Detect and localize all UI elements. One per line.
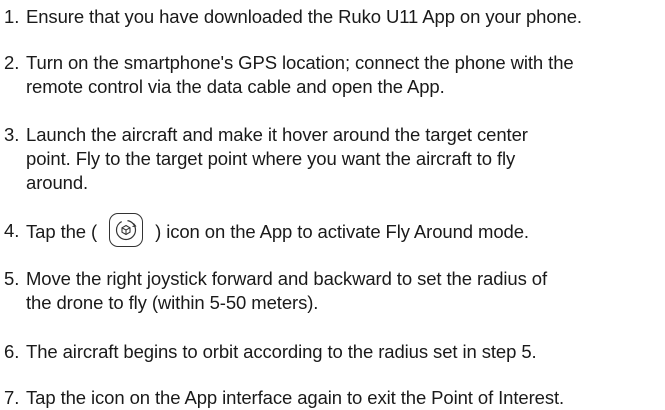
step-text-before-icon: Tap the ( (26, 220, 98, 242)
step-number: 4. (4, 220, 20, 241)
step-3: 3. Launch the aircraft and make it hover… (4, 123, 664, 195)
step-line: around. (26, 172, 89, 193)
step-2: 2. Turn on the smartphone's GPS location… (4, 51, 664, 99)
instruction-list: 1. Ensure that you have downloaded the R… (0, 0, 665, 409)
step-text: Turn on the smartphone's GPS location; c… (26, 51, 664, 99)
fly-around-icon (109, 213, 144, 247)
step-line: Turn on the smartphone's GPS location; c… (26, 52, 574, 73)
step-number: 2. (4, 52, 20, 73)
step-line: Tap the icon on the App interface again … (26, 387, 565, 408)
step-6: 6. The aircraft begins to orbit accordin… (4, 340, 664, 364)
step-line: Move the right joystick forward and back… (26, 268, 548, 289)
step-1: 1. Ensure that you have downloaded the R… (4, 5, 664, 29)
step-number: 1. (4, 6, 20, 27)
step-text-after-icon: ) icon on the App to activate Fly Around… (155, 220, 529, 242)
step-line: point. Fly to the target point where you… (26, 148, 516, 169)
step-4: 4. Tap the ( ) icon on the App to activa… (4, 213, 664, 247)
step-line: Ensure that you have downloaded the Ruko… (26, 6, 582, 27)
step-text: Tap the icon on the App interface again … (26, 386, 664, 410)
step-line: the drone to fly (within 5-50 meters). (26, 292, 319, 313)
step-line: remote control via the data cable and op… (26, 76, 445, 97)
step-5: 5. Move the right joystick forward and b… (4, 267, 664, 315)
step-number: 6. (4, 341, 20, 362)
step-text: Ensure that you have downloaded the Ruko… (26, 5, 664, 29)
step-text: Launch the aircraft and make it hover ar… (26, 123, 664, 195)
step-number: 3. (4, 124, 20, 145)
step-7: 7. Tap the icon on the App interface aga… (4, 386, 664, 410)
step-text: Tap the ( ) icon on the App to activate … (26, 213, 664, 247)
step-text: Move the right joystick forward and back… (26, 267, 664, 315)
step-line: Launch the aircraft and make it hover ar… (26, 124, 528, 145)
step-text: The aircraft begins to orbit according t… (26, 340, 664, 364)
step-number: 5. (4, 268, 20, 289)
step-line: The aircraft begins to orbit according t… (26, 341, 537, 362)
step-number: 7. (4, 387, 20, 408)
